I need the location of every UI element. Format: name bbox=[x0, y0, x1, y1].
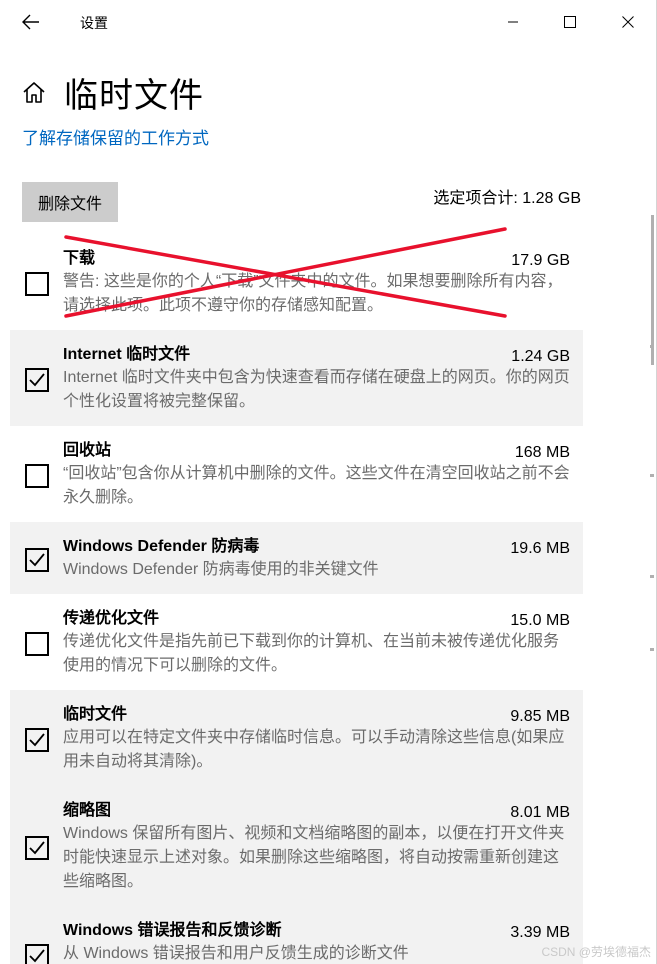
item-size: 8.01 MB bbox=[510, 804, 570, 821]
item-name: 下载 bbox=[63, 250, 96, 267]
item-name: 回收站 bbox=[63, 442, 112, 459]
list-item[interactable]: 下载 17.9 GB 警告: 这些是你的个人“下载”文件夹中的文件。如果想要删除所有… bbox=[10, 234, 583, 330]
item-description: 从 Windows 错误报告和用户反馈生成的诊断文件 bbox=[63, 945, 409, 962]
checkmark-icon bbox=[29, 949, 45, 963]
item-checkbox[interactable] bbox=[25, 944, 49, 964]
checkmark-icon bbox=[29, 733, 45, 747]
back-button[interactable] bbox=[14, 6, 48, 38]
selected-total: 选定项合计: 1.28 GB bbox=[433, 190, 581, 207]
maximize-icon bbox=[564, 16, 576, 28]
item-description: Internet 临时文件夹中包含为快速查看而存储在硬盘上的网页。你的网页个性化… bbox=[63, 369, 570, 410]
list-item[interactable]: 临时文件 9.85 MB 应用可以在特定文件夹中存储临时信息。可以手动清除这些信息(… bbox=[10, 690, 583, 786]
close-icon bbox=[622, 16, 634, 28]
window-title: 设置 bbox=[80, 15, 108, 31]
item-size: 15.0 MB bbox=[510, 612, 570, 629]
list-item[interactable]: 缩略图 8.01 MB Windows 保留所有图片、视频和文档缩略图的副本，以便在… bbox=[10, 786, 583, 906]
list-item[interactable]: 传递优化文件 15.0 MB 传递优化文件是指先前已下载到你的计算机、在当前未被传递… bbox=[10, 594, 583, 690]
item-description: “回收站”包含你从计算机中删除的文件。这些文件在清空回收站之前不会永久删除。 bbox=[63, 465, 570, 506]
list-item[interactable]: Windows 错误报告和反馈诊断 3.39 MB 从 Windows 错误报告和用… bbox=[10, 906, 583, 964]
item-description: 传递优化文件是指先前已下载到你的计算机、在当前未被传递优化服务使用的情况下可以删… bbox=[63, 633, 560, 674]
item-name: 缩略图 bbox=[63, 802, 112, 819]
item-name: Windows 错误报告和反馈诊断 bbox=[63, 922, 282, 939]
scroll-tick bbox=[650, 474, 654, 477]
item-description: 应用可以在特定文件夹中存储临时信息。可以手动清除这些信息(如果应用未自动将其清除… bbox=[63, 729, 565, 770]
item-name: Windows Defender 防病毒 bbox=[63, 538, 260, 555]
minimize-button[interactable] bbox=[485, 0, 541, 44]
scrollbar-thumb[interactable] bbox=[651, 215, 654, 365]
delete-files-button[interactable]: 删除文件 bbox=[22, 182, 118, 222]
learn-storage-link[interactable]: 了解存储保留的工作方式 bbox=[22, 124, 209, 149]
item-size: 19.6 MB bbox=[510, 540, 570, 557]
list-item[interactable]: Windows Defender 防病毒 19.6 MB Windows Defen… bbox=[10, 522, 583, 594]
close-button[interactable] bbox=[600, 0, 656, 44]
watermark: CSDN @劳埃德福杰 bbox=[541, 945, 651, 959]
item-name: 传递优化文件 bbox=[63, 610, 160, 627]
item-name: Internet 临时文件 bbox=[63, 346, 191, 363]
item-checkbox[interactable] bbox=[25, 272, 49, 296]
home-icon[interactable] bbox=[22, 79, 48, 105]
checkmark-icon bbox=[29, 373, 45, 387]
item-checkbox[interactable] bbox=[25, 728, 49, 752]
item-checkbox[interactable] bbox=[25, 548, 49, 572]
item-size: 3.39 MB bbox=[510, 924, 570, 941]
scroll-tick bbox=[650, 345, 654, 348]
minimize-icon bbox=[508, 21, 518, 23]
item-checkbox[interactable] bbox=[25, 836, 49, 860]
title-bar: 设置 bbox=[0, 0, 657, 44]
temp-file-list: 下载 17.9 GB 警告: 这些是你的个人“下载”文件夹中的文件。如果想要删除所有… bbox=[10, 234, 583, 964]
checkmark-icon bbox=[29, 553, 45, 567]
item-size: 9.85 MB bbox=[510, 708, 570, 725]
item-checkbox[interactable] bbox=[25, 464, 49, 488]
scroll-tick bbox=[650, 575, 654, 578]
item-size: 1.24 GB bbox=[511, 348, 570, 365]
page-title: 临时文件 bbox=[64, 76, 204, 115]
item-description: 警告: 这些是你的个人“下载”文件夹中的文件。如果想要删除所有内容，请选择此项。… bbox=[63, 273, 563, 314]
list-item[interactable]: 回收站 168 MB “回收站”包含你从计算机中删除的文件。这些文件在清空回收站之前… bbox=[10, 426, 583, 522]
item-checkbox[interactable] bbox=[25, 632, 49, 656]
item-size: 17.9 GB bbox=[511, 252, 570, 269]
item-checkbox[interactable] bbox=[25, 368, 49, 392]
item-description: Windows 保留所有图片、视频和文档缩略图的副本，以便在打开文件夹时能快速显… bbox=[63, 825, 565, 890]
list-item[interactable]: Internet 临时文件 1.24 GB Internet 临时文件夹中包含为快速… bbox=[10, 330, 583, 426]
scroll-tick bbox=[650, 648, 654, 651]
item-description: Windows Defender 防病毒使用的非关键文件 bbox=[63, 561, 379, 578]
item-name: 临时文件 bbox=[63, 706, 128, 723]
scrollbar[interactable] bbox=[651, 215, 654, 955]
maximize-button[interactable] bbox=[542, 0, 598, 44]
page-header: 临时文件 bbox=[22, 70, 204, 115]
checkmark-icon bbox=[29, 841, 45, 855]
item-size: 168 MB bbox=[514, 444, 570, 461]
back-arrow-icon bbox=[22, 14, 39, 30]
